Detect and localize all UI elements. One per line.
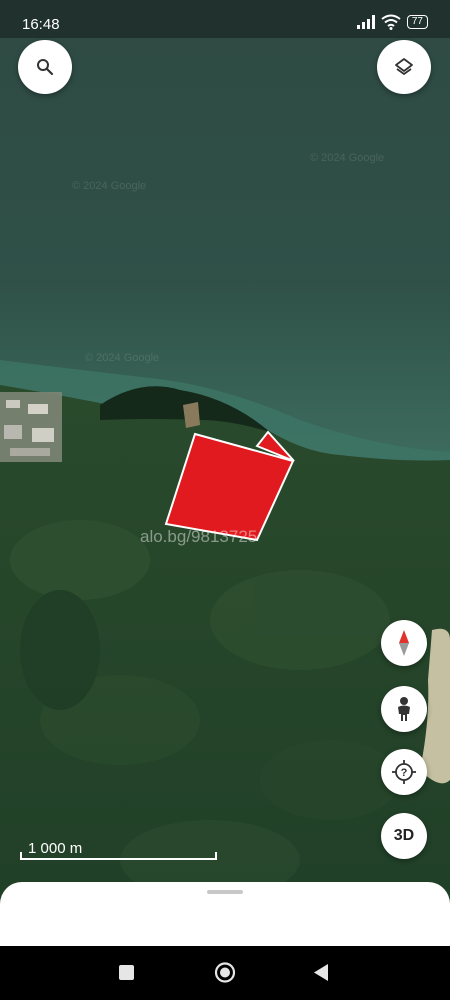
scale-line bbox=[20, 852, 217, 860]
layers-icon bbox=[395, 58, 413, 75]
battery-indicator: 77 bbox=[406, 15, 428, 29]
sheet-drag-handle[interactable] bbox=[207, 890, 243, 894]
pegman-icon bbox=[398, 697, 410, 721]
map-copyright: © 2024 Google bbox=[85, 352, 160, 364]
system-nav-bar bbox=[0, 946, 450, 1000]
street-view-button[interactable] bbox=[381, 686, 427, 732]
back-triangle-icon[interactable] bbox=[314, 964, 328, 981]
map-copyright: © 2024 Google bbox=[310, 152, 385, 164]
map-copyright: © 2024 Google bbox=[72, 180, 147, 192]
my-location-icon: ? bbox=[392, 760, 416, 784]
signal-icon bbox=[356, 15, 375, 29]
3d-label: 3D bbox=[393, 827, 415, 844]
status-time: 16:48 bbox=[22, 16, 60, 33]
clearing bbox=[183, 402, 200, 428]
compass-icon bbox=[399, 630, 409, 656]
square-icon[interactable] bbox=[119, 965, 134, 980]
search-icon bbox=[37, 59, 54, 76]
svg-text:?: ? bbox=[401, 767, 408, 779]
compass-button[interactable] bbox=[381, 620, 427, 666]
search-button[interactable] bbox=[18, 40, 72, 94]
watermark: alo.bg/9813725 bbox=[140, 527, 258, 546]
3d-button[interactable]: 3D bbox=[381, 813, 427, 859]
bottom-sheet[interactable] bbox=[0, 882, 450, 946]
wifi-icon bbox=[381, 14, 401, 30]
scale-bar: 1 000 m bbox=[20, 840, 217, 860]
my-location-button[interactable]: ? bbox=[381, 749, 427, 795]
settlement bbox=[0, 392, 62, 462]
status-bar: 16:48 77 bbox=[0, 0, 450, 38]
layers-button[interactable] bbox=[377, 40, 431, 94]
